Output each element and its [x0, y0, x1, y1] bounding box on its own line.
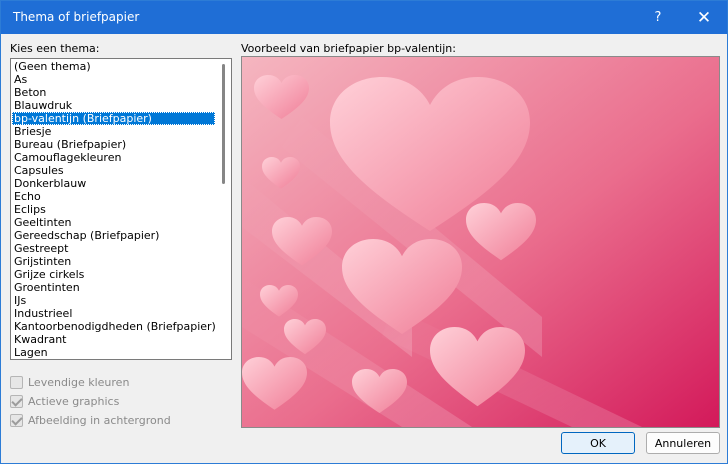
vivid-colors-checkbox[interactable] [10, 376, 23, 389]
theme-list-item[interactable]: Kwadrant [12, 333, 215, 346]
theme-list-item[interactable]: Echo [12, 190, 215, 203]
help-button[interactable]: ? [635, 1, 681, 34]
cancel-button[interactable]: Annuleren [646, 432, 720, 454]
theme-list-item[interactable]: (Geen thema) [12, 60, 215, 73]
theme-list-item[interactable]: IJs [12, 294, 215, 307]
theme-list-item[interactable]: Lagen [12, 346, 215, 359]
theme-list-item[interactable]: Donkerblauw [12, 177, 215, 190]
theme-list-item[interactable]: Bureau (Briefpapier) [12, 138, 215, 151]
close-button[interactable]: ✕ [681, 1, 727, 34]
theme-list-item[interactable]: Grijze cirkels [12, 268, 215, 281]
ok-button[interactable]: OK [561, 432, 635, 454]
background-image-label: Afbeelding in achtergrond [28, 414, 171, 427]
vivid-colors-option[interactable]: Levendige kleuren [10, 376, 129, 389]
theme-dialog: Thema of briefpapier ? ✕ Kies een thema:… [0, 0, 728, 464]
theme-preview [241, 56, 720, 428]
close-icon: ✕ [696, 7, 712, 28]
theme-list-item[interactable]: Geeltinten [12, 216, 215, 229]
theme-list-item[interactable]: Grijstinten [12, 255, 215, 268]
theme-list-item[interactable]: As [12, 73, 215, 86]
help-icon: ? [654, 10, 662, 25]
active-graphics-checkbox[interactable] [10, 395, 23, 408]
theme-list-item[interactable]: Eclips [12, 203, 215, 216]
theme-list-item[interactable]: Blauwdruk [12, 99, 215, 112]
theme-list-item[interactable]: Gestreept [12, 242, 215, 255]
theme-list-item[interactable]: Kantoorbenodigdheden (Briefpapier) [12, 320, 215, 333]
vivid-colors-label: Levendige kleuren [28, 376, 130, 389]
background-image-option[interactable]: Afbeelding in achtergrond [10, 414, 171, 427]
preview-label: Voorbeeld van briefpapier bp-valentijn: [241, 42, 456, 55]
dialog-title: Thema of briefpapier [13, 10, 140, 24]
background-image-checkbox[interactable] [10, 414, 23, 427]
list-scrollbar[interactable] [219, 60, 231, 358]
theme-listbox[interactable]: (Geen thema) As Beton Blauwdruk bp-valentijn… [10, 58, 232, 360]
theme-list-item[interactable]: Gereedschap (Briefpapier) [12, 229, 215, 242]
theme-list-item[interactable]: Industrieel [12, 307, 215, 320]
theme-list-item[interactable]: Briesje [12, 125, 215, 138]
theme-list: (Geen thema) As Beton Blauwdruk bp-valentijn… [12, 60, 215, 359]
valentine-hearts-image [242, 57, 719, 427]
theme-list-label: Kies een thema: [10, 42, 100, 55]
active-graphics-option[interactable]: Actieve graphics [10, 395, 119, 408]
theme-list-item[interactable]: Camouflagekleuren [12, 151, 215, 164]
theme-list-item[interactable]: Beton [12, 86, 215, 99]
theme-list-item[interactable]: Capsules [12, 164, 215, 177]
scrollbar-thumb[interactable] [222, 64, 225, 184]
theme-list-item[interactable]: bp-valentijn (Briefpapier) [12, 112, 215, 125]
active-graphics-label: Actieve graphics [28, 395, 120, 408]
title-bar: Thema of briefpapier ? ✕ [1, 1, 727, 34]
theme-list-item[interactable]: Groentinten [12, 281, 215, 294]
